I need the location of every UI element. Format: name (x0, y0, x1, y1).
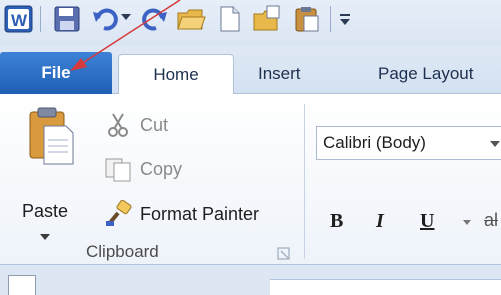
italic-button[interactable]: I (376, 210, 384, 233)
underline-dropdown-icon[interactable] (462, 218, 472, 228)
recent-folder-icon[interactable] (252, 4, 282, 34)
tab-file[interactable]: File (0, 52, 112, 94)
ribbon-home-panel: Paste Cut Copy Format Painter Clipboard (0, 94, 501, 265)
tab-selector-box[interactable] (8, 275, 36, 295)
paintbrush-icon (106, 200, 132, 226)
customize-toolbar-icon[interactable] (336, 4, 354, 34)
new-document-icon[interactable] (214, 4, 244, 34)
clipboard-paste-icon (29, 107, 74, 165)
svg-text:W: W (11, 11, 28, 30)
tab-home[interactable]: Home (118, 54, 234, 95)
tab-page-layout[interactable]: Page Layout (378, 54, 473, 94)
clipboard-group-label: Clipboard (86, 242, 159, 261)
font-name-dropdown-icon[interactable] (489, 139, 501, 149)
dialog-launcher-icon[interactable] (277, 247, 291, 261)
word-logo-icon[interactable]: W (4, 4, 34, 34)
paste-dropdown-icon[interactable] (38, 232, 52, 242)
paste-icon[interactable] (292, 4, 322, 34)
copy-icon (105, 158, 131, 182)
strikethrough-button[interactable]: al (484, 210, 498, 231)
cut-label: Cut (140, 114, 169, 135)
save-icon[interactable] (52, 4, 82, 34)
font-name-field[interactable]: Calibri (Body) (316, 126, 501, 160)
underline-button[interactable]: U (420, 210, 434, 233)
tab-insert[interactable]: Insert (258, 54, 301, 94)
scissors-icon (108, 113, 128, 137)
quick-access-toolbar: W (0, 0, 501, 46)
cut-button[interactable]: Cut (106, 112, 168, 138)
format-painter-label: Format Painter (140, 203, 260, 224)
toolbar-separator (330, 6, 331, 32)
format-painter-button[interactable]: Format Painter (104, 200, 259, 228)
toolbar-separator (40, 6, 41, 32)
ribbon-tab-row: File Home Insert Page Layout (0, 46, 501, 95)
paste-button[interactable]: Paste (12, 106, 88, 240)
bold-button[interactable]: B (330, 210, 343, 233)
copy-label: Copy (140, 158, 183, 179)
undo-dropdown-icon[interactable] (118, 4, 134, 34)
ruler-area (0, 265, 501, 295)
open-folder-icon[interactable] (176, 4, 206, 34)
font-name-value: Calibri (Body) (323, 133, 426, 152)
paste-label: Paste (22, 201, 69, 221)
undo-icon[interactable] (90, 4, 120, 34)
copy-button[interactable]: Copy (104, 156, 182, 182)
redo-icon[interactable] (140, 4, 170, 34)
group-separator (304, 104, 305, 259)
horizontal-ruler (270, 279, 501, 295)
